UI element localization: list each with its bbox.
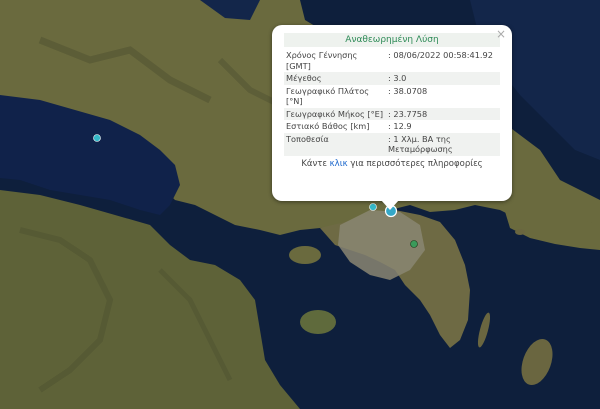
aegina-island (300, 310, 336, 334)
info-value: : 08/06/2022 00:58:41.92 (388, 50, 493, 60)
more-info-text: Κάντε κλικ για περισσότερες πληροφορίες (284, 159, 500, 169)
info-row-longitude: Γεωγραφικό Μήκος [°E] : 23.7758 (284, 107, 500, 120)
popup-title: Αναθεωρημένη Λύση (284, 33, 500, 47)
info-row-magnitude: Μέγεθος : 3.0 (284, 72, 500, 85)
more-info-suffix: για περισσότερες πληροφορίες (350, 158, 483, 169)
earthquake-marker-west (93, 134, 101, 142)
info-row-depth: Εστιακό Βάθος [km] : 12.9 (284, 120, 500, 133)
close-icon[interactable]: × (496, 28, 506, 40)
info-row-origin-time: Χρόνος Γέννησης [GMT] : 08/06/2022 00:58… (284, 49, 500, 72)
info-label: Τοποθεσία (284, 132, 386, 156)
info-label: Χρόνος Γέννησης [GMT] (286, 50, 358, 71)
info-value: : 3.0 (386, 72, 500, 85)
more-info-link[interactable]: κλικ (330, 159, 348, 169)
earthquake-info-table: Χρόνος Γέννησης [GMT] : 08/06/2022 00:58… (284, 49, 500, 156)
earthquake-marker-green (410, 240, 418, 248)
earthquake-info-popup: × Αναθεωρημένη Λύση Χρόνος Γέννησης [GMT… (272, 25, 512, 210)
info-value: : 23.7758 (386, 107, 500, 120)
popup-pointer (381, 200, 399, 210)
info-label: Εστιακό Βάθος [km] (286, 121, 370, 131)
info-row-location: Τοποθεσία : 1 Χλμ. ΒΑ της Μεταμόρφωσης (284, 132, 500, 156)
info-label: Γεωγραφικό Πλάτος [°N] (286, 85, 370, 107)
info-value: : 38.0708 (388, 85, 428, 96)
more-info-prefix: Κάντε (301, 158, 327, 169)
info-value: : 1 Χλμ. ΒΑ της Μεταμόρφωσης (386, 132, 500, 156)
info-row-latitude: Γεωγραφικό Πλάτος [°N] : 38.0708 (284, 85, 500, 108)
salamis-island (289, 246, 321, 264)
earthquake-marker-near (369, 203, 377, 211)
info-label: Μέγεθος (284, 72, 386, 85)
info-label: Γεωγραφικό Μήκος [°E] (284, 107, 386, 120)
info-value: : 12.9 (388, 121, 412, 131)
